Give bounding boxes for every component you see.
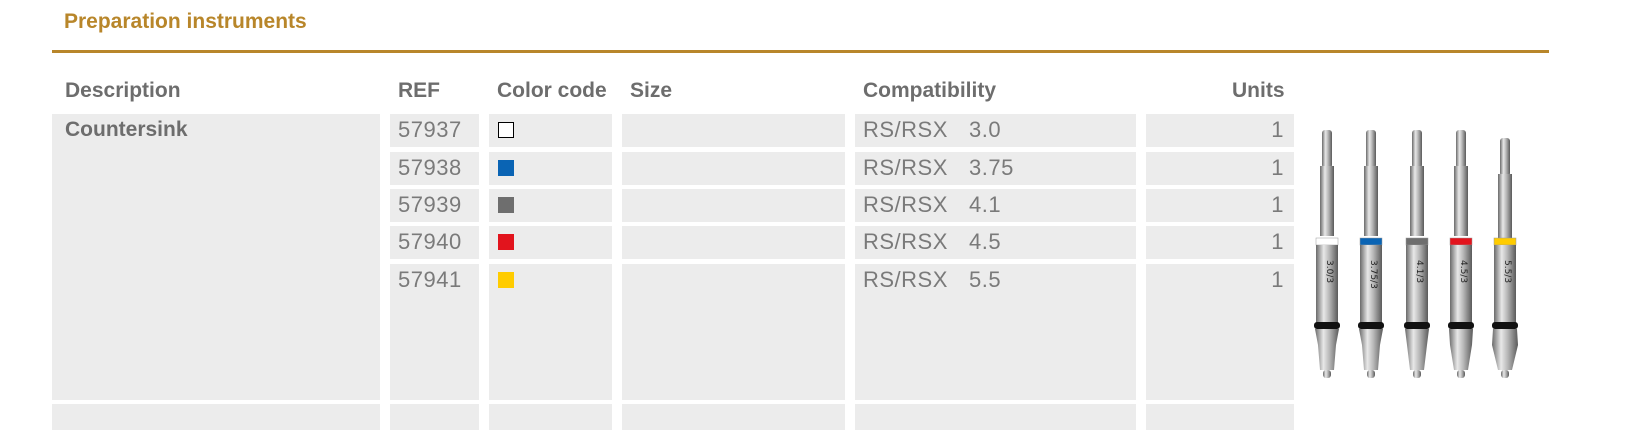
table-cell <box>622 114 845 147</box>
compat-line: RS/RSX <box>863 267 948 292</box>
header-size: Size <box>630 79 673 102</box>
ref-number: 57937 <box>398 117 462 142</box>
countersink-drill: 4.5/3 <box>1448 130 1474 378</box>
description-cell <box>52 114 380 400</box>
table-cell <box>622 226 845 259</box>
table-cell <box>622 189 845 222</box>
header-color-code: Color code <box>497 79 607 102</box>
size-empty-cell <box>622 264 845 400</box>
units-value: 1 <box>1271 229 1284 254</box>
drill-marking: 4.5/3 <box>1458 260 1468 283</box>
ref-number: 57941 <box>398 267 462 292</box>
drill-marking: 4.1/3 <box>1414 260 1424 283</box>
units-value: 1 <box>1271 192 1284 217</box>
compat-diameter: 4.5 <box>969 229 1002 254</box>
countersink-instruments-image: 3.0/3 3.75/3 4.1/3 4.5/3 5.5/3 <box>1305 120 1545 390</box>
section-divider <box>52 50 1549 53</box>
next-row-cell <box>855 404 1136 430</box>
countersink-drill: 3.75/3 <box>1358 130 1384 378</box>
color-swatch <box>498 234 514 250</box>
next-row-cell <box>489 404 612 430</box>
countersink-drill: 4.1/3 <box>1404 130 1430 378</box>
countersink-drill: 5.5/3 <box>1492 138 1518 378</box>
next-row-cell <box>52 404 380 430</box>
ref-number: 57938 <box>398 155 462 180</box>
drill-marking: 3.0/3 <box>1324 260 1334 283</box>
units-value: 1 <box>1271 155 1284 180</box>
header-ref: REF <box>398 79 440 102</box>
compat-line: RS/RSX <box>863 229 948 254</box>
units-value: 1 <box>1271 267 1284 292</box>
color-swatch <box>498 160 514 176</box>
header-description: Description <box>65 79 181 102</box>
next-row-cell <box>1146 404 1294 430</box>
header-compatibility: Compatibility <box>863 79 997 102</box>
header-units: Units <box>1232 79 1285 102</box>
units-value: 1 <box>1271 117 1284 142</box>
compat-diameter: 3.75 <box>969 155 1014 180</box>
section-title: Preparation instruments <box>64 10 307 33</box>
next-row-cell <box>622 404 845 430</box>
color-swatch <box>498 122 514 138</box>
compat-diameter: 5.5 <box>969 267 1002 292</box>
product-description: Countersink <box>65 118 188 141</box>
compat-line: RS/RSX <box>863 117 948 142</box>
drills-illustration: 3.0/3 3.75/3 4.1/3 4.5/3 5.5/3 <box>1314 130 1518 378</box>
drill-marking: 3.75/3 <box>1368 260 1378 289</box>
compat-line: RS/RSX <box>863 192 948 217</box>
ref-number: 57940 <box>398 229 462 254</box>
drill-marking: 5.5/3 <box>1502 260 1512 283</box>
ref-number: 57939 <box>398 192 462 217</box>
compat-diameter: 4.1 <box>969 192 1002 217</box>
color-swatch <box>498 197 514 213</box>
compat-line: RS/RSX <box>863 155 948 180</box>
color-swatch <box>498 272 514 288</box>
countersink-drill: 3.0/3 <box>1314 130 1340 378</box>
next-row-cell <box>390 404 479 430</box>
compat-diameter: 3.0 <box>969 117 1002 142</box>
table-cell <box>622 152 845 185</box>
